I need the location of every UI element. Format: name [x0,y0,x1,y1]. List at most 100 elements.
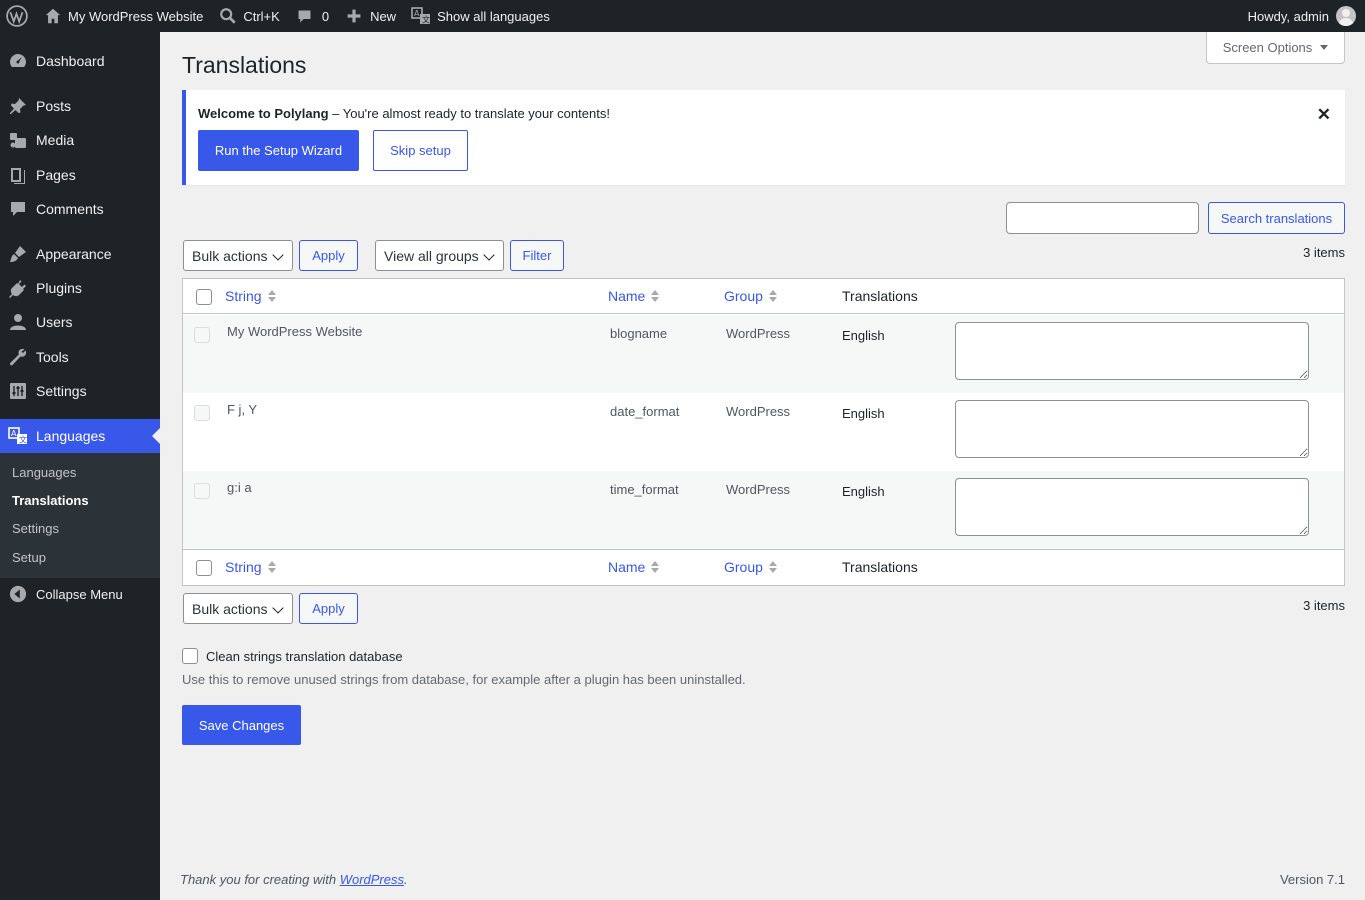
menu-label: Comments [36,201,104,217]
apply-button-top[interactable]: Apply [299,240,358,271]
translation-textarea[interactable] [955,322,1309,380]
footer-thanks-text: Thank you for creating with [180,872,340,887]
notice-text: Welcome to Polylang – You're almost read… [198,106,610,121]
menu-item-pages[interactable]: Pages [0,158,160,192]
run-setup-wizard-button[interactable]: Run the Setup Wizard [198,130,359,171]
cell-string: My WordPress Website [227,324,363,339]
search-input[interactable] [1006,202,1199,234]
menu-item-dashboard[interactable]: Dashboard [0,44,160,78]
menu-item-tools[interactable]: Tools [0,340,160,374]
row-checkbox[interactable] [194,483,210,499]
search-translations-button[interactable]: Search translations [1208,202,1345,234]
admin-bar: My WordPress Website Ctrl+K 0 New A文 Sho… [0,0,1365,32]
table-row: g:i a time_format WordPress English [183,471,1344,549]
wordpress-logo-icon[interactable] [0,0,35,32]
submenu-item-settings[interactable]: Settings [12,521,59,536]
column-header-string[interactable]: String [225,288,276,304]
command-palette-button[interactable]: Ctrl+K [210,0,286,32]
column-footer-name[interactable]: Name [608,559,660,575]
translate-icon: A文 [8,427,27,445]
cell-language: English [842,484,885,499]
column-footer-string[interactable]: String [225,559,276,575]
collapse-menu-button[interactable]: Collapse Menu [0,584,160,604]
column-header-group[interactable]: Group [724,288,777,304]
search-icon [220,8,237,24]
my-account-menu[interactable]: Howdy, admin [1248,6,1365,26]
cell-name: blogname [610,326,668,341]
column-footer-group[interactable]: Group [724,559,777,575]
submenu-item-languages[interactable]: Languages [12,465,76,480]
translations-table: String Name Group Translations My WordPr… [182,278,1345,586]
dashboard-icon [10,54,26,67]
chevron-down-icon [272,249,284,261]
notice-message: – You're almost ready to translate your … [328,106,610,121]
wrench-icon [9,348,27,366]
apply-button-bottom[interactable]: Apply [299,593,358,624]
cell-name: date_format [610,404,680,419]
bulk-actions-select-bottom[interactable]: Bulk actions [183,593,293,624]
translation-textarea[interactable] [955,478,1309,536]
pin-icon [10,98,26,114]
column-header-name[interactable]: Name [608,288,660,304]
cell-group: WordPress [726,404,791,419]
table-row: F j, Y date_format WordPress English [183,393,1344,471]
avatar [1336,6,1356,26]
footer-thanks-suffix: . [404,872,408,887]
menu-item-plugins[interactable]: Plugins [0,271,160,305]
group-filter-select[interactable]: View all groups [375,240,504,271]
bulk-actions-label: Bulk actions [192,600,268,617]
row-checkbox[interactable] [194,405,210,421]
clean-strings-option[interactable]: Clean strings translation database [182,648,403,664]
sort-arrows-icon [267,290,276,302]
search-shortcut: Ctrl+K [243,8,280,24]
menu-item-comments[interactable]: Comments [0,192,160,226]
svg-text:A: A [414,9,420,18]
howdy-label: Howdy, admin [1247,8,1329,24]
menu-item-media[interactable]: Media [0,123,160,157]
svg-text:A: A [11,429,17,438]
cell-group: WordPress [726,482,791,497]
menu-item-users[interactable]: Users [0,305,160,339]
skip-setup-button[interactable]: Skip setup [373,130,468,171]
language-filter-button[interactable]: A文 Show all languages [403,0,557,32]
wordpress-link[interactable]: WordPress [340,872,404,887]
menu-label: Languages [36,428,106,444]
cell-string: g:i a [227,480,252,495]
bulk-actions-select-top[interactable]: Bulk actions [183,240,293,271]
notice-bold: Welcome to Polylang [198,106,329,121]
select-all-checkbox[interactable] [196,289,212,305]
select-all-checkbox-footer[interactable] [196,560,212,576]
column-label: Group [724,288,763,304]
sort-arrows-icon [651,290,660,302]
menu-item-appearance[interactable]: Appearance [0,237,160,271]
column-header-translations: Translations [842,288,918,304]
translation-textarea[interactable] [955,400,1309,458]
languages-label: Show all languages [437,8,550,24]
column-label: String [225,288,262,304]
plugin-icon [9,280,26,298]
menu-item-posts[interactable]: Posts [0,89,160,123]
submenu-item-translations[interactable]: Translations [12,493,89,508]
table-footer: String Name Group Translations [183,549,1344,584]
comments-link[interactable]: 0 [287,0,336,32]
row-checkbox[interactable] [194,327,210,343]
menu-label: Settings [36,383,87,399]
save-changes-button[interactable]: Save Changes [182,705,301,745]
column-label: Group [724,559,763,575]
menu-item-languages[interactable]: A文 Languages [0,419,160,453]
chevron-down-icon [272,602,284,614]
screen-options-button[interactable]: Screen Options [1206,32,1345,64]
languages-submenu: Languages Translations Settings Setup [0,453,160,578]
clean-strings-checkbox[interactable] [182,648,198,664]
dismiss-notice-close-icon[interactable]: ✕ [1317,105,1331,125]
new-content-button[interactable]: New [336,0,403,32]
welcome-notice: Welcome to Polylang – You're almost read… [182,90,1345,185]
menu-label: Plugins [36,280,82,296]
menu-item-settings[interactable]: Settings [0,374,160,408]
menu-label: Pages [36,167,76,183]
submenu-item-setup[interactable]: Setup [12,550,46,565]
filter-button[interactable]: Filter [510,240,564,271]
menu-label: Dashboard [36,53,105,69]
clean-strings-description: Use this to remove unused strings from d… [182,672,746,687]
site-name-link[interactable]: My WordPress Website [35,0,210,32]
